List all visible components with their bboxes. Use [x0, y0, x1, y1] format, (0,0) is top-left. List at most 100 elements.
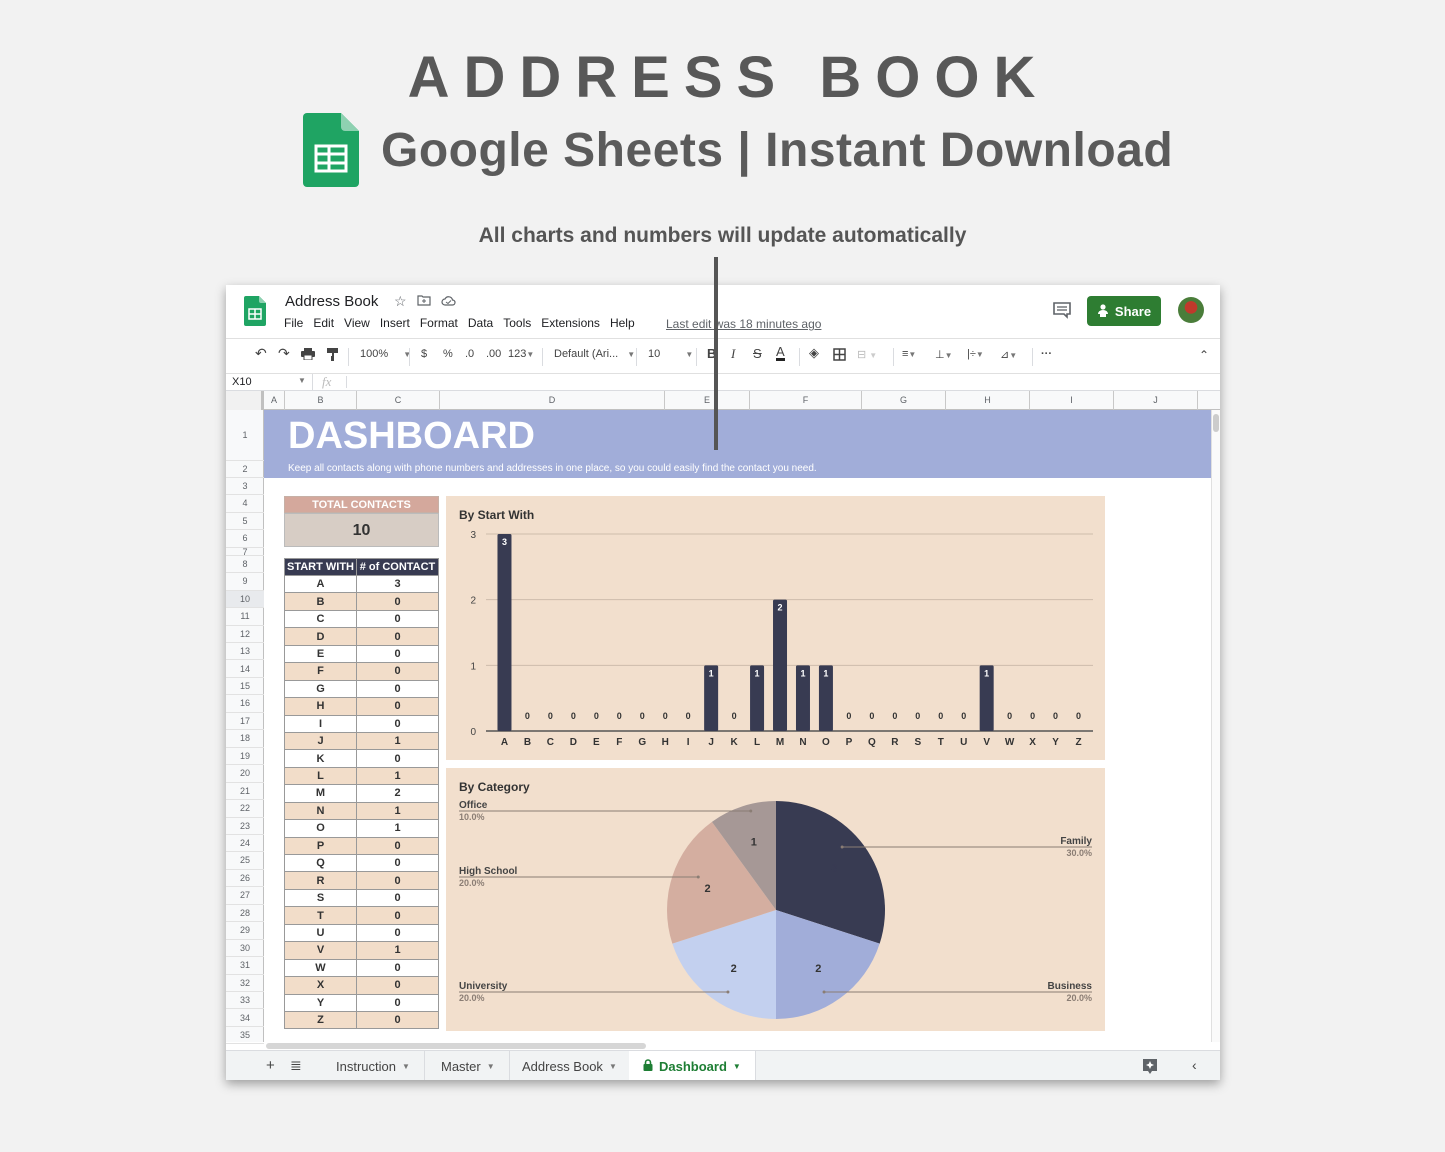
count-cell[interactable]: 0: [356, 627, 439, 646]
merge-cells-icon[interactable]: ⊟ ▼: [857, 348, 877, 361]
row-header[interactable]: 23: [226, 818, 264, 835]
count-cell[interactable]: 0: [356, 662, 439, 681]
count-cell[interactable]: 1: [356, 941, 439, 960]
horizontal-scroll-thumb[interactable]: [266, 1043, 646, 1049]
letter-cell[interactable]: F: [284, 662, 357, 681]
count-cell[interactable]: 0: [356, 888, 439, 908]
tab-address-book[interactable]: Address Book ▼: [508, 1051, 632, 1080]
cloud-status-icon[interactable]: [441, 293, 456, 310]
count-cell[interactable]: 0: [356, 1010, 439, 1030]
explore-icon[interactable]: [1142, 1058, 1158, 1078]
letter-cell[interactable]: Y: [284, 993, 357, 1012]
column-header[interactable]: A: [264, 391, 285, 410]
undo-icon[interactable]: ↶: [255, 345, 267, 362]
column-header[interactable]: B: [285, 391, 357, 410]
avatar[interactable]: [1178, 297, 1204, 323]
letter-cell[interactable]: D: [284, 627, 357, 646]
row-header[interactable]: 24: [226, 835, 264, 853]
bar[interactable]: [497, 534, 512, 731]
letter-cell[interactable]: E: [284, 644, 357, 664]
row-header[interactable]: 5: [226, 513, 264, 531]
comment-history-icon[interactable]: [1052, 301, 1072, 319]
vertical-scroll-thumb[interactable]: [1213, 414, 1219, 432]
pie-chart-by-category[interactable]: By Category 3 Family 30.0% 2 Business 20.0% 2 U…: [446, 768, 1105, 1031]
column-header[interactable]: D: [440, 391, 665, 410]
letter-cell[interactable]: V: [284, 941, 357, 960]
count-cell[interactable]: 0: [356, 923, 439, 943]
count-cell[interactable]: 0: [356, 871, 439, 890]
letter-cell[interactable]: X: [284, 976, 357, 995]
paint-format-icon[interactable]: [327, 348, 338, 364]
menu-file[interactable]: File: [284, 316, 303, 330]
letter-cell[interactable]: I: [284, 714, 357, 733]
letter-cell[interactable]: G: [284, 679, 357, 699]
all-sheets-icon[interactable]: ≣: [290, 1057, 302, 1074]
count-cell[interactable]: 0: [356, 976, 439, 995]
letter-cell[interactable]: H: [284, 697, 357, 716]
font-select[interactable]: Default (Ari... ▼: [554, 348, 635, 360]
count-cell[interactable]: 1: [356, 766, 439, 786]
share-button[interactable]: Share: [1087, 296, 1161, 326]
column-header[interactable]: F: [750, 391, 862, 410]
count-cell[interactable]: 1: [356, 801, 439, 821]
vertical-align-icon[interactable]: ⊥▼: [935, 348, 953, 361]
count-cell[interactable]: 0: [356, 906, 439, 925]
count-cell[interactable]: 0: [356, 749, 439, 768]
row-header[interactable]: 25: [226, 852, 264, 870]
strikethrough-icon[interactable]: S: [753, 346, 762, 361]
text-wrap-icon[interactable]: |÷▼: [967, 348, 984, 360]
collapse-toolbar-icon[interactable]: ⌃: [1199, 348, 1209, 362]
star-icon[interactable]: ☆: [394, 293, 407, 310]
menu-help[interactable]: Help: [610, 316, 635, 330]
column-header[interactable]: G: [862, 391, 946, 410]
column-header[interactable]: C: [357, 391, 440, 410]
count-cell[interactable]: 1: [356, 819, 439, 838]
more-formats-select[interactable]: 123▼: [508, 348, 534, 360]
row-header[interactable]: 34: [226, 1010, 264, 1027]
row-header[interactable]: 1: [226, 410, 264, 461]
bar-chart-by-start-with[interactable]: By Start With 01233A0B0C0D0E0F0G0H0I1J0K…: [446, 496, 1105, 760]
count-cell[interactable]: 0: [356, 958, 439, 978]
print-icon[interactable]: [301, 348, 315, 363]
letter-cell[interactable]: Q: [284, 853, 357, 873]
increase-decimal-button[interactable]: .00: [486, 348, 501, 360]
row-header[interactable]: 28: [226, 905, 264, 923]
count-cell[interactable]: 0: [356, 836, 439, 856]
count-cell[interactable]: 0: [356, 697, 439, 716]
currency-format-button[interactable]: $: [421, 348, 427, 360]
more-options-icon[interactable]: ···: [1041, 348, 1052, 360]
count-cell[interactable]: 2: [356, 784, 439, 803]
column-header[interactable]: H: [946, 391, 1030, 410]
row-header[interactable]: 31: [226, 957, 264, 975]
sheets-app-icon[interactable]: [244, 296, 266, 326]
letter-cell[interactable]: T: [284, 906, 357, 925]
count-cell[interactable]: 1: [356, 731, 439, 751]
row-header[interactable]: 9: [226, 573, 264, 591]
row-header[interactable]: 18: [226, 730, 264, 748]
letter-cell[interactable]: A: [284, 574, 357, 594]
row-header[interactable]: 29: [226, 922, 264, 940]
count-cell[interactable]: 0: [356, 644, 439, 664]
text-rotation-icon[interactable]: ⊿▼: [1000, 348, 1017, 361]
borders-icon[interactable]: [833, 348, 846, 364]
row-header[interactable]: 3: [226, 478, 264, 496]
last-edit-link[interactable]: Last edit was 18 minutes ago: [666, 317, 821, 331]
name-box[interactable]: X10: [232, 376, 252, 388]
add-sheet-icon[interactable]: +: [266, 1057, 275, 1074]
menu-insert[interactable]: Insert: [380, 316, 410, 330]
tab-dashboard[interactable]: Dashboard ▼: [629, 1051, 756, 1080]
row-header[interactable]: 11: [226, 608, 264, 626]
letter-cell[interactable]: S: [284, 888, 357, 908]
menu-extensions[interactable]: Extensions: [541, 316, 600, 330]
row-header[interactable]: 13: [226, 643, 264, 661]
zoom-select[interactable]: 100% ▼: [360, 348, 411, 360]
row-header[interactable]: 21: [226, 783, 264, 801]
row-header[interactable]: 19: [226, 748, 264, 766]
row-header[interactable]: 14: [226, 661, 264, 678]
count-cell[interactable]: 0: [356, 609, 439, 629]
row-header[interactable]: 10: [226, 590, 264, 609]
count-cell[interactable]: 0: [356, 993, 439, 1012]
row-header[interactable]: 30: [226, 940, 264, 958]
column-header[interactable]: J: [1114, 391, 1198, 410]
row-header[interactable]: 20: [226, 765, 264, 783]
